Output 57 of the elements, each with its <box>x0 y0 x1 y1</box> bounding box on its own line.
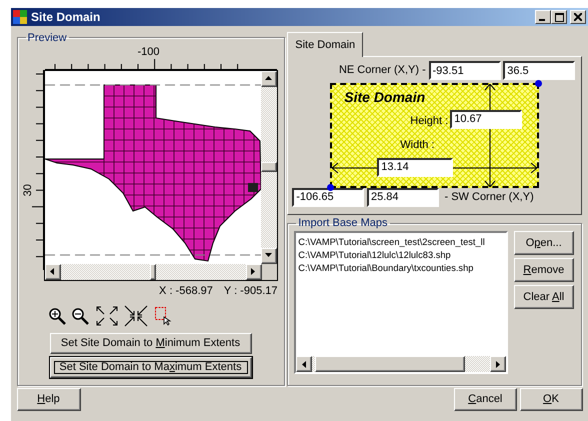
scroll-thumb[interactable] <box>315 356 466 372</box>
left-arrow-icon <box>300 360 309 369</box>
height-field[interactable]: 10.67 <box>450 110 522 129</box>
maximize-button[interactable] <box>551 10 568 24</box>
list-item[interactable]: C:\VAMP\Tutorial\Boundary\txcounties.shp <box>298 262 506 276</box>
list-action-button[interactable]: Clear All <box>514 284 574 309</box>
scroll-thumb[interactable] <box>260 162 276 172</box>
corner-handle[interactable] <box>535 80 542 87</box>
ne-y-field[interactable]: 36.5 <box>503 61 576 80</box>
help-button[interactable]: Help <box>16 388 80 411</box>
width-field[interactable]: 13.14 <box>377 158 454 177</box>
cursor-y-reading: Y : -905.17 <box>224 284 278 300</box>
ne-corner-label: NE Corner (X,Y) - <box>338 63 426 78</box>
close-button[interactable] <box>570 10 586 24</box>
list-action-button[interactable]: Remove <box>514 258 574 282</box>
left-arrow-icon <box>48 267 57 276</box>
axis-label: -100 <box>138 44 160 60</box>
scroll-up-button[interactable] <box>260 70 276 86</box>
scroll-down-button[interactable] <box>260 248 276 264</box>
axis-label: 30 <box>20 184 34 196</box>
close-icon <box>574 13 582 21</box>
scroll-left-button[interactable] <box>296 356 312 372</box>
scroll-left-button[interactable] <box>44 264 60 280</box>
domain-title: Site Domain <box>344 88 426 107</box>
sw-corner-label: - SW Corner (X,Y) <box>444 190 534 205</box>
shrink-arrows-icon[interactable] <box>124 305 148 328</box>
up-arrow-icon <box>264 74 273 83</box>
list-action-button[interactable]: Open... <box>514 231 574 256</box>
scroll-thumb[interactable] <box>150 264 156 280</box>
minimize-button[interactable] <box>535 10 552 24</box>
app-icon <box>13 10 27 24</box>
dialog-button[interactable]: OK <box>520 388 582 411</box>
expand-arrows-icon[interactable] <box>94 305 118 328</box>
window-title: Site Domain <box>31 9 100 26</box>
group-title: Preview <box>26 32 68 44</box>
sw-y-field[interactable]: 25.84 <box>367 188 439 207</box>
group-title: Import Base Maps <box>297 217 389 230</box>
horizontal-scrollbar[interactable] <box>44 264 262 280</box>
set-extents-button[interactable]: Set Site Domain to Maximum Extents <box>50 356 252 378</box>
maximize-icon <box>554 12 564 22</box>
zoom-out-icon[interactable] <box>71 307 89 326</box>
scroll-right-button[interactable] <box>246 264 262 280</box>
dialog-button[interactable]: Cancel <box>454 388 517 411</box>
select-area-icon[interactable] <box>154 306 172 326</box>
list-item[interactable]: C:\VAMP\Tutorial\12lulc\12lulc83.shp <box>298 249 506 262</box>
tab[interactable]: Site Domain <box>287 32 364 57</box>
horizontal-scrollbar[interactable] <box>296 356 506 372</box>
set-extents-button[interactable]: Set Site Domain to Minimum Extents <box>50 332 252 354</box>
width-label: Width : <box>400 138 434 153</box>
zoom-in-icon[interactable] <box>48 307 66 326</box>
ne-x-field[interactable]: -93.51 <box>428 61 500 80</box>
scroll-right-button[interactable] <box>490 356 506 372</box>
cursor-x-reading: X : -568.97 <box>159 284 213 300</box>
height-label: Height : <box>410 114 448 129</box>
list-item[interactable]: C:\VAMP\Tutorial\screen_test\2screen_test_ll <box>298 236 506 250</box>
sw-x-field[interactable]: -106.65 <box>292 188 364 207</box>
vertical-scrollbar[interactable] <box>260 70 276 264</box>
